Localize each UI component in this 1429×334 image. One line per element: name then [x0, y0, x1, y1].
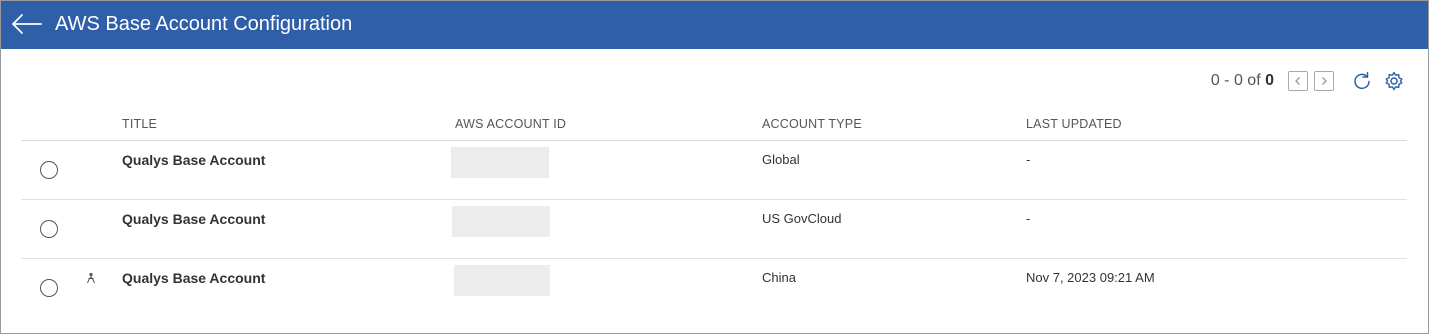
next-page-button[interactable]: [1314, 71, 1334, 91]
page-title: AWS Base Account Configuration: [55, 13, 353, 35]
account-type: Global: [762, 152, 800, 167]
row-select-radio[interactable]: [40, 220, 58, 238]
table-row[interactable]: Qualys Base Account China Nov 7, 2023 09…: [21, 259, 1407, 317]
redacted-account-id: [454, 265, 550, 296]
row-select-radio[interactable]: [40, 161, 58, 179]
last-updated: Nov 7, 2023 09:21 AM: [1026, 270, 1155, 285]
table-row[interactable]: Qualys Base Account Global -: [21, 141, 1407, 200]
account-type: China: [762, 270, 796, 285]
arrow-left-icon[interactable]: [11, 11, 43, 37]
page-frame: AWS Base Account Configuration 0 - 0 of …: [0, 0, 1429, 334]
account-type: US GovCloud: [762, 211, 842, 226]
chevron-left-icon: [1295, 77, 1300, 85]
pagination-summary: 0 - 0 of 0: [1211, 72, 1274, 90]
account-title[interactable]: Qualys Base Account: [122, 270, 265, 286]
column-header-account-type[interactable]: ACCOUNT TYPE: [762, 117, 862, 131]
page-header: AWS Base Account Configuration: [1, 1, 1428, 49]
redacted-account-id: [452, 206, 550, 237]
table-header-row: TITLE AWS ACCOUNT ID ACCOUNT TYPE LAST U…: [21, 109, 1407, 141]
table-row[interactable]: Qualys Base Account US GovCloud -: [21, 200, 1407, 259]
redacted-account-id: [451, 147, 549, 178]
pagination-total: 0: [1265, 72, 1274, 89]
column-header-title[interactable]: TITLE: [122, 117, 157, 131]
account-title[interactable]: Qualys Base Account: [122, 211, 265, 227]
chevron-right-icon: [1322, 77, 1327, 85]
account-title[interactable]: Qualys Base Account: [122, 152, 265, 168]
gear-icon[interactable]: [1384, 71, 1404, 91]
person-icon: [87, 272, 95, 284]
refresh-icon[interactable]: [1352, 71, 1372, 91]
pagination-bar: 0 - 0 of 0: [1211, 69, 1404, 93]
pagination-range: 0 - 0 of: [1210, 72, 1261, 89]
row-select-radio[interactable]: [40, 279, 58, 297]
column-header-last-updated[interactable]: LAST UPDATED: [1026, 117, 1122, 131]
column-header-aws-account-id[interactable]: AWS ACCOUNT ID: [455, 117, 566, 131]
last-updated: -: [1026, 152, 1031, 167]
accounts-table: TITLE AWS ACCOUNT ID ACCOUNT TYPE LAST U…: [21, 109, 1407, 317]
last-updated: -: [1026, 211, 1031, 226]
previous-page-button[interactable]: [1288, 71, 1308, 91]
